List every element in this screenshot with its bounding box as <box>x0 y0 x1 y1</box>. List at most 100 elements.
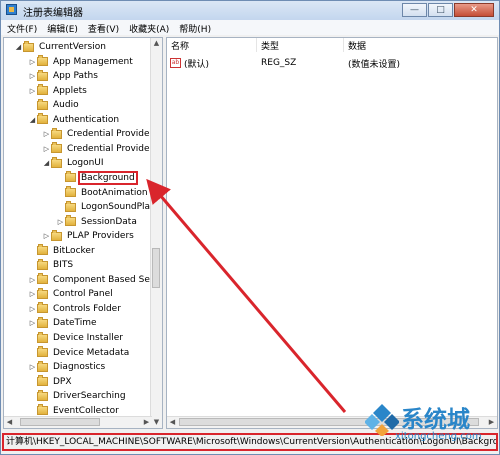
folder-icon <box>37 316 48 328</box>
menu-view[interactable]: 查看(V) <box>82 20 123 35</box>
column-header-name[interactable]: 名称 <box>167 38 257 52</box>
tree-item[interactable]: ▷ Controls Folder <box>28 302 122 316</box>
tree-item-label: Device Metadata <box>53 347 130 358</box>
menu-help[interactable]: 帮助(H) <box>173 20 215 35</box>
folder-icon <box>37 273 48 285</box>
tree-item[interactable]: ▷ Control Panel <box>28 287 114 301</box>
tree-item-label: SessionData <box>81 216 137 227</box>
scroll-right-icon[interactable]: ▶ <box>141 417 152 428</box>
folder-icon <box>65 200 76 212</box>
expand-arrow-icon[interactable]: ◢ <box>28 116 37 124</box>
tree-item[interactable]: ▷ App Management <box>28 55 134 69</box>
expand-arrow-icon[interactable]: ▷ <box>56 218 65 226</box>
maximize-button[interactable]: □ <box>428 3 453 17</box>
tree-item[interactable]: BootAnimation <box>56 186 149 200</box>
expand-arrow-icon[interactable]: ▷ <box>28 363 37 371</box>
expand-arrow-icon[interactable]: ◢ <box>42 159 51 167</box>
folder-icon <box>23 40 34 52</box>
site-watermark: 系统城 xitongcheng.com <box>365 398 499 448</box>
tree-item[interactable]: Audio <box>28 98 80 112</box>
close-button[interactable]: ✕ <box>454 3 494 17</box>
menu-file[interactable]: 文件(F) <box>1 20 41 35</box>
tree-horizontal-scrollbar[interactable]: ◀ ▶ <box>4 416 152 428</box>
tree-hscroll-thumb[interactable] <box>20 418 100 426</box>
tree-item-label: Device Installer <box>53 333 123 343</box>
tree-item[interactable]: Device Metadata <box>28 346 130 360</box>
value-row-name[interactable]: ab (默认) <box>170 56 209 70</box>
tree-item[interactable]: ▷ Applets <box>28 84 88 98</box>
tree-item-label: DateTime <box>53 318 97 329</box>
watermark-url: xitongcheng.com <box>395 431 482 442</box>
expand-arrow-icon[interactable]: ▷ <box>28 290 37 298</box>
title-bar: 注册表编辑器 — □ ✕ <box>1 1 499 20</box>
tree-item[interactable]: ▷ DateTime <box>28 316 98 330</box>
menu-edit[interactable]: 编辑(E) <box>41 20 82 35</box>
tree-item[interactable]: ▷ PLAP Providers <box>42 229 135 243</box>
tree-item-label: Component Based Se <box>53 274 150 285</box>
expand-arrow-icon[interactable]: ▷ <box>42 145 51 153</box>
expand-arrow-icon[interactable]: ▷ <box>28 319 37 327</box>
folder-icon <box>37 404 48 416</box>
tree-vscroll-thumb[interactable] <box>152 248 160 288</box>
tree-item[interactable]: DPX <box>28 375 73 389</box>
scroll-left-icon[interactable]: ◀ <box>167 417 178 428</box>
tree-vertical-scrollbar[interactable]: ▲ ▼ <box>150 38 162 428</box>
folder-icon <box>51 156 62 168</box>
scroll-down-icon[interactable]: ▼ <box>151 417 162 428</box>
tree-item[interactable]: ▷ Component Based Se <box>28 273 151 287</box>
folder-icon <box>37 113 48 125</box>
scroll-left-icon[interactable]: ◀ <box>4 417 15 428</box>
value-row-data[interactable]: (数值未设置) <box>348 56 400 70</box>
tree-item-label: Control Panel <box>53 289 113 300</box>
tree-item-label: Background <box>78 170 138 185</box>
folder-icon <box>51 142 62 154</box>
expand-arrow-icon[interactable]: ▷ <box>42 130 51 138</box>
tree-item-label: BootAnimation <box>81 187 148 198</box>
column-header-type[interactable]: 类型 <box>257 38 344 52</box>
tree-item[interactable]: Background <box>56 170 138 185</box>
tree-item[interactable]: DriverSearching <box>28 389 127 403</box>
tree-item[interactable]: BitLocker <box>28 244 96 258</box>
tree-item-label: Controls Folder <box>53 303 121 314</box>
folder-icon <box>51 229 62 241</box>
tree-item[interactable]: LogonSoundPla <box>56 200 151 214</box>
tree-item-label: BITS <box>53 260 74 271</box>
column-header-data[interactable]: 数据 <box>344 38 494 52</box>
expand-arrow-icon[interactable]: ▷ <box>42 232 51 240</box>
tree-item-label: PLAP Providers <box>67 231 134 242</box>
tree-item[interactable]: ◢ Authentication <box>28 113 120 127</box>
expand-arrow-icon[interactable]: ▷ <box>28 87 37 95</box>
registry-values-pane[interactable]: 名称 类型 数据 ab (默认) REG_SZ (数值未设置) ◀ ▶ <box>166 37 498 429</box>
value-name: (默认) <box>184 59 210 70</box>
tree-item[interactable]: ▷ SessionData <box>56 215 138 229</box>
tree-item[interactable]: ▷ App Paths <box>28 69 99 83</box>
tree-item-label: Authentication <box>53 114 120 125</box>
tree-item-label: DPX <box>53 376 72 387</box>
tree-item[interactable]: ▷ Credential Provider <box>42 127 154 141</box>
tree-item[interactable]: ▷ Credential Provider <box>42 142 154 156</box>
tree-item[interactable]: ▷ Diagnostics <box>28 360 106 374</box>
folder-icon <box>65 171 76 183</box>
expand-arrow-icon[interactable]: ▷ <box>28 58 37 66</box>
expand-arrow-icon[interactable]: ▷ <box>28 72 37 80</box>
expand-arrow-icon[interactable]: ▷ <box>28 276 37 284</box>
expand-arrow-icon[interactable]: ◢ <box>14 43 23 51</box>
registry-editor-window: 注册表编辑器 — □ ✕ 文件(F) 编辑(E) 查看(V) 收藏夹(A) 帮助… <box>0 0 500 455</box>
tree-item[interactable]: ◢ CurrentVersion <box>14 40 107 54</box>
minimize-button[interactable]: — <box>402 3 427 17</box>
registry-tree-pane[interactable]: ◢ CurrentVersion ▷ App Management ▷ App Paths… <box>3 37 163 429</box>
folder-icon <box>37 258 48 270</box>
tree-item[interactable]: BITS <box>28 258 74 272</box>
folder-icon <box>37 389 48 401</box>
expand-arrow-icon[interactable]: ▷ <box>28 305 37 313</box>
menu-favorites[interactable]: 收藏夹(A) <box>123 20 173 35</box>
tree-item[interactable]: Device Installer <box>28 331 124 345</box>
value-row-type[interactable]: REG_SZ <box>261 56 296 70</box>
tree-item[interactable]: ◢ LogonUI <box>42 156 105 170</box>
scroll-up-icon[interactable]: ▲ <box>151 38 162 49</box>
folder-icon <box>37 244 48 256</box>
tree-item-label: Credential Provider <box>67 143 154 154</box>
regedit-app-icon <box>6 4 17 15</box>
tree-item-label: Audio <box>53 100 79 111</box>
folder-icon <box>65 215 76 227</box>
